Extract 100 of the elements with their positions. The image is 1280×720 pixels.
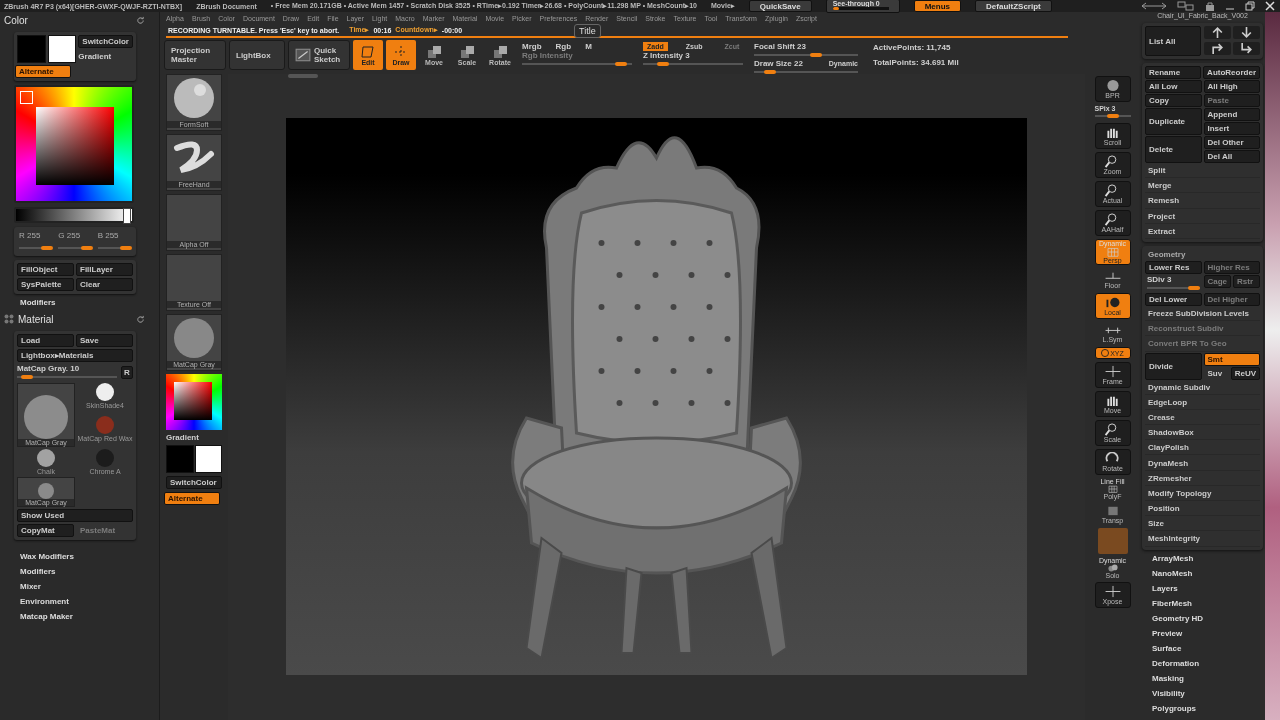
brightness-slider[interactable]: [14, 207, 134, 223]
layout-icon[interactable]: [1176, 1, 1196, 11]
channel-toggle[interactable]: Rgb: [555, 42, 572, 51]
channel-toggle[interactable]: M: [585, 42, 592, 51]
z-intensity-label: Z Intensity 3: [643, 51, 691, 60]
current-material-label: MatCap Gray. 10: [17, 364, 81, 373]
divide-button[interactable]: Divide: [1145, 352, 1202, 380]
fill-button[interactable]: SysPalette: [17, 278, 74, 291]
subpalette-item[interactable]: Environment: [14, 597, 159, 606]
subtool-button[interactable]: AutoReorder: [1203, 66, 1260, 79]
zscript-button[interactable]: DefaultZScript: [975, 0, 1052, 12]
restore-icon[interactable]: [1244, 1, 1256, 11]
subpalette-item[interactable]: Deformation: [1146, 658, 1263, 668]
subtool-button[interactable]: Rename: [1145, 66, 1202, 79]
alternate-button[interactable]: Alternate: [164, 492, 220, 505]
menus-button[interactable]: Menus: [913, 0, 962, 12]
tool-menu-item[interactable]: Freeze SubDivision Levels: [1145, 306, 1260, 322]
subpalette-item[interactable]: Masking: [1146, 673, 1263, 683]
main-color-swatch[interactable]: [17, 35, 46, 63]
subpalette-item[interactable]: FiberMesh: [1146, 598, 1263, 608]
subtool-button[interactable]: Del Other: [1203, 136, 1260, 149]
subpalette-item[interactable]: NanoMesh: [1146, 568, 1263, 578]
tool-menu-item[interactable]: ClayPolish: [1145, 441, 1260, 456]
tool-menu-item[interactable]: ZRemesher: [1145, 471, 1260, 486]
lock-icon[interactable]: [1204, 1, 1216, 11]
smooth-toggle[interactable]: Smt: [1203, 352, 1260, 366]
list-all-button[interactable]: List All: [1145, 26, 1201, 56]
tool-menu-item[interactable]: Crease: [1145, 410, 1260, 426]
subtool-button[interactable]: Del All: [1203, 150, 1260, 163]
subtool-button[interactable]: Del Lower: [1145, 292, 1202, 306]
tool-menu-item[interactable]: Remesh: [1145, 194, 1260, 209]
toolbar-button[interactable]: Projection Master: [164, 40, 226, 70]
load-button[interactable]: Load: [17, 334, 74, 347]
tool-menu-item[interactable]: Size: [1145, 517, 1260, 532]
tool-menu-item[interactable]: ShadowBox: [1145, 426, 1260, 441]
texture-swatch[interactable]: [1097, 528, 1128, 554]
close-icon[interactable]: [1264, 1, 1276, 11]
tool-menu-item[interactable]: Project: [1145, 209, 1260, 224]
toolbar-button[interactable]: Quick Sketch: [288, 40, 350, 70]
sdiv-slider[interactable]: [1147, 286, 1200, 289]
tool-menu-item[interactable]: Modify Topology: [1145, 486, 1260, 501]
subpalette-item[interactable]: Wax Modifiers: [14, 552, 159, 561]
copy-material-button[interactable]: CopyMat: [17, 524, 74, 537]
show-used-button[interactable]: Show Used: [17, 509, 133, 522]
lightbox-materials-button[interactable]: Lightbox▸Materials: [17, 349, 133, 362]
subpalette-item[interactable]: Polygroups: [1146, 703, 1263, 713]
subtool-button[interactable]: Lower Res: [1145, 260, 1202, 274]
main-color-swatch[interactable]: [166, 445, 194, 473]
subpalette-item[interactable]: Mixer: [14, 582, 159, 591]
subpalette-item[interactable]: Visibility: [1146, 688, 1263, 698]
tool-menu-item[interactable]: EdgeLoop: [1145, 395, 1260, 410]
tool-menu-item[interactable]: DynaMesh: [1145, 456, 1260, 471]
tool-menu-item[interactable]: Dynamic Subdiv: [1145, 380, 1260, 395]
subpalette-item[interactable]: Matcap Maker: [14, 612, 159, 621]
fill-button[interactable]: FillLayer: [76, 263, 133, 276]
toolbar-button[interactable]: LightBox: [229, 40, 285, 70]
tool-menu-item[interactable]: MeshIntegrity: [1145, 532, 1260, 547]
subpalette-item[interactable]: ArrayMesh: [1146, 553, 1263, 563]
subtool-button[interactable]: Delete: [1145, 136, 1202, 163]
color-picker[interactable]: [14, 85, 134, 203]
subtool-button[interactable]: All Low: [1145, 80, 1202, 93]
palette-title: Color: [4, 14, 28, 26]
subtool-button[interactable]: Duplicate: [1145, 108, 1202, 135]
tool-menu-item[interactable]: Split: [1145, 164, 1260, 179]
gradient-label: Gradient: [166, 433, 200, 442]
palette-title: Material: [18, 313, 54, 325]
suv-toggle[interactable]: Suv: [1203, 366, 1229, 380]
subpalette-item[interactable]: Surface: [1146, 643, 1263, 653]
subpalette-item[interactable]: Preview: [1146, 628, 1263, 638]
subpalette-item[interactable]: Modifiers: [14, 298, 159, 307]
subtool-button[interactable]: Append: [1203, 108, 1260, 121]
reset-button[interactable]: R: [121, 366, 133, 379]
switch-color-button[interactable]: SwitchColor: [78, 35, 133, 48]
subtool-button[interactable]: All High: [1203, 80, 1260, 93]
subtool-button[interactable]: Copy: [1145, 94, 1202, 107]
subtool-button[interactable]: Insert: [1203, 122, 1260, 135]
refresh-icon[interactable]: [136, 314, 145, 324]
fill-button[interactable]: FillObject: [17, 263, 74, 276]
squares-icon: [492, 44, 508, 59]
subpalette-item[interactable]: Modifiers: [14, 567, 159, 576]
reuv-button[interactable]: ReUV: [1230, 366, 1260, 380]
material-sphere-icon[interactable]: [37, 449, 55, 467]
fill-button[interactable]: Clear: [76, 278, 133, 291]
tool-menu-item[interactable]: Merge: [1145, 179, 1260, 194]
secondary-color-swatch[interactable]: [194, 445, 222, 473]
subpalette-item[interactable]: Layers: [1146, 583, 1263, 593]
channel-toggle[interactable]: Mrgb: [522, 42, 542, 51]
save-button[interactable]: Save: [76, 334, 133, 347]
quicksave-button[interactable]: QuickSave: [748, 0, 812, 12]
channel-value: R 255: [19, 231, 42, 240]
switch-color-button[interactable]: SwitchColor: [166, 476, 222, 489]
section-title[interactable]: Geometry: [1145, 248, 1260, 260]
material-sphere-icon[interactable]: [96, 383, 114, 401]
subpalette-item[interactable]: Geometry HD: [1146, 613, 1263, 623]
tool-menu-item[interactable]: Position: [1145, 502, 1260, 517]
secondary-color-swatch[interactable]: [47, 35, 77, 63]
tool-menu-item[interactable]: Extract: [1145, 224, 1260, 239]
color-picker[interactable]: [166, 374, 222, 430]
alternate-button[interactable]: Alternate: [15, 65, 71, 78]
refresh-icon[interactable]: [136, 15, 145, 25]
